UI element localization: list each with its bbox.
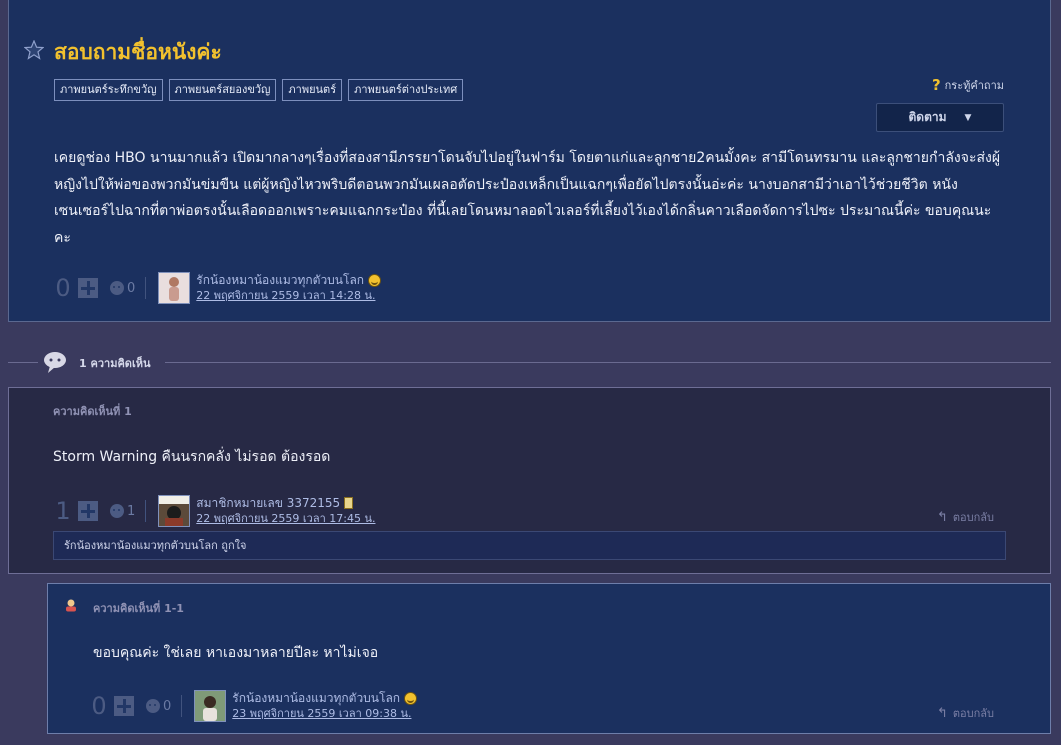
comment-text: Storm Warning คืนนรกคลั่ง ไม่รอด ต้องรอด <box>53 449 331 465</box>
separator <box>145 500 147 522</box>
vote-count: 0 <box>91 692 107 720</box>
author-name[interactable]: รักน้องหมาน้องแมวทุกตัวบนโลก <box>232 690 418 706</box>
plus-icon[interactable] <box>114 696 134 716</box>
vote-count: 0 <box>55 274 71 302</box>
reply-label: ตอบกลับ <box>952 707 995 720</box>
comment-bubble-icon <box>42 350 68 378</box>
author-name-text[interactable]: รักน้องหมาน้องแมวทุกตัวบนโลก <box>196 272 364 288</box>
author-name[interactable]: รักน้องหมาน้องแมวทุกตัวบนโลก <box>196 272 382 288</box>
reply-card: ความคิดเห็นที่ 1-1 ขอบคุณค่ะ ใช่เลย หาเอ… <box>47 583 1051 734</box>
question-type-label: กระทู้คำถาม <box>944 79 1004 92</box>
plus-icon[interactable] <box>78 278 98 298</box>
author-block: รักน้องหมาน้องแมวทุกตัวบนโลก 23 พฤศจิกาย… <box>232 690 418 722</box>
topic-title: สอบถามชื่อหนังค่ะ <box>54 40 222 64</box>
comment-meta: 1 1 สมาชิกหมายเลข 3372155 22 พฤศจิกายน 2… <box>53 495 375 527</box>
author-block: รักน้องหมาน้องแมวทุกตัวบนโลก 22 พฤศจิกาย… <box>196 272 382 304</box>
comment-card: ความคิดเห็นที่ 1 Storm Warning คืนนรกคลั… <box>8 387 1051 574</box>
tag-link[interactable]: ภาพยนตร์ <box>282 79 343 101</box>
avatar[interactable] <box>158 495 191 527</box>
post-time[interactable]: 22 พฤศจิกายน 2559 เวลา 14:28 น. <box>196 288 381 304</box>
avatar[interactable] <box>194 690 227 722</box>
author-name[interactable]: สมาชิกหมายเลข 3372155 <box>196 495 375 511</box>
tag-list: ภาพยนตร์ระทึกขวัญ ภาพยนตร์สยองขวัญ ภาพยน… <box>54 79 464 101</box>
vote-count: 1 <box>55 497 71 525</box>
reply-button[interactable]: ↰ ตอบกลับ <box>937 508 994 526</box>
emotion-count: 0 <box>163 698 172 714</box>
reply-label-header[interactable]: ความคิดเห็นที่ 1-1 <box>93 599 184 617</box>
smiley-icon <box>404 691 418 705</box>
question-type-badge: ? กระทู้คำถาม <box>932 76 1004 94</box>
plus-icon[interactable] <box>78 501 98 521</box>
likes-bar[interactable]: รักน้องหมาน้องแมวทุกตัวบนโลก ถูกใจ <box>53 531 1006 560</box>
star-icon[interactable] <box>23 39 45 64</box>
follow-button[interactable]: ติดตาม ▼ <box>876 103 1004 132</box>
reply-arrow-icon: ↰ <box>937 705 948 721</box>
tag-link[interactable]: ภาพยนตร์ระทึกขวัญ <box>54 79 163 101</box>
author-block: สมาชิกหมายเลข 3372155 22 พฤศจิกายน 2559 … <box>196 495 375 527</box>
follow-label: ติดตาม <box>908 110 947 124</box>
separator <box>145 277 147 299</box>
comments-count: 1 ความคิดเห็น <box>79 357 151 370</box>
emotion-icon[interactable] <box>146 699 160 713</box>
topic-body: เคยดูช่อง HBO นานมากแล้ว เปิดมากลางๆเรื่… <box>54 150 1001 246</box>
topic-card: สอบถามชื่อหนังค่ะ ภาพยนตร์ระทึกขวัญ ภาพย… <box>8 0 1051 322</box>
tag-link[interactable]: ภาพยนตร์ต่างประเทศ <box>348 79 464 101</box>
emotion-icon[interactable] <box>110 504 124 518</box>
chevron-down-icon: ▼ <box>964 112 972 123</box>
comment-label[interactable]: ความคิดเห็นที่ 1 <box>53 402 132 420</box>
emotion-count: 1 <box>127 503 136 519</box>
post-time[interactable]: 22 พฤศจิกายน 2559 เวลา 17:45 น. <box>196 511 375 527</box>
user-reply-icon <box>64 597 78 616</box>
divider <box>8 362 38 363</box>
smiley-icon <box>368 273 382 287</box>
author-name-text[interactable]: รักน้องหมาน้องแมวทุกตัวบนโลก <box>232 690 400 706</box>
emotion-count: 0 <box>127 280 136 296</box>
author-name-text[interactable]: สมาชิกหมายเลข 3372155 <box>196 495 340 511</box>
reply-label: ตอบกลับ <box>952 511 995 524</box>
tag-link[interactable]: ภาพยนตร์สยองขวัญ <box>168 79 277 101</box>
emotion-icon[interactable] <box>110 281 124 295</box>
separator <box>181 695 183 717</box>
reply-text: ขอบคุณค่ะ ใช่เลย หาเองมาหลายปีละ หาไม่เจ… <box>93 645 379 661</box>
topic-meta: 0 0 รักน้องหมาน้องแมวทุกตัวบนโลก 22 พฤศจ… <box>53 272 382 304</box>
avatar[interactable] <box>158 272 191 304</box>
member-badge-icon <box>344 497 354 509</box>
post-time[interactable]: 23 พฤศจิกายน 2559 เวลา 09:38 น. <box>232 706 417 722</box>
divider <box>165 362 1051 363</box>
reply-button[interactable]: ↰ ตอบกลับ <box>937 704 994 722</box>
reply-arrow-icon: ↰ <box>937 509 948 525</box>
reply-meta: 0 0 รักน้องหมาน้องแมวทุกตัวบนโลก 23 พฤศจ… <box>89 690 418 722</box>
question-icon: ? <box>931 76 941 94</box>
